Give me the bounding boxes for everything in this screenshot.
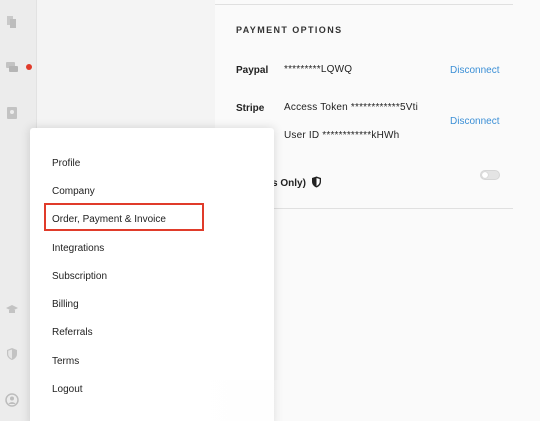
- graduation-cap-icon[interactable]: [5, 302, 19, 316]
- shield-icon[interactable]: [5, 347, 19, 361]
- notification-dot: [26, 64, 32, 70]
- section-title: PAYMENT OPTIONS: [236, 25, 343, 35]
- documents-icon[interactable]: [5, 15, 19, 29]
- menu-item-integrations[interactable]: Integrations: [52, 243, 104, 254]
- menu-item-logout[interactable]: Logout: [52, 384, 83, 395]
- menu-item-subscription[interactable]: Subscription: [52, 271, 107, 282]
- bottom-fade: [190, 380, 540, 421]
- menu-item-order-payment-invoice[interactable]: Order, Payment & Invoice: [52, 214, 166, 225]
- option-label: s Only): [272, 178, 306, 189]
- stripe-label: Stripe: [236, 103, 265, 114]
- user-icon[interactable]: [5, 393, 19, 407]
- option-toggle[interactable]: [480, 170, 500, 180]
- menu-item-terms[interactable]: Terms: [52, 356, 79, 367]
- stripe-disconnect-link[interactable]: Disconnect: [450, 116, 499, 127]
- chat-icon[interactable]: [5, 60, 19, 74]
- paypal-disconnect-link[interactable]: Disconnect: [450, 65, 499, 76]
- menu-item-billing[interactable]: Billing: [52, 299, 79, 310]
- paypal-label: Paypal: [236, 65, 269, 76]
- stripe-user-id: User ID ************kHWh: [284, 130, 400, 141]
- shield-icon: [312, 176, 321, 188]
- stripe-access-token: Access Token ************5Vti: [284, 102, 419, 113]
- paypal-account: *********LQWQ: [284, 64, 353, 75]
- contacts-icon[interactable]: [5, 106, 19, 120]
- menu-item-referrals[interactable]: Referrals: [52, 327, 93, 338]
- toggle-knob: [482, 172, 488, 178]
- menu-item-company[interactable]: Company: [52, 186, 95, 197]
- settings-menu: Profile Company Order, Payment & Invoice…: [30, 128, 274, 421]
- menu-item-profile[interactable]: Profile: [52, 158, 80, 169]
- divider: [215, 4, 513, 5]
